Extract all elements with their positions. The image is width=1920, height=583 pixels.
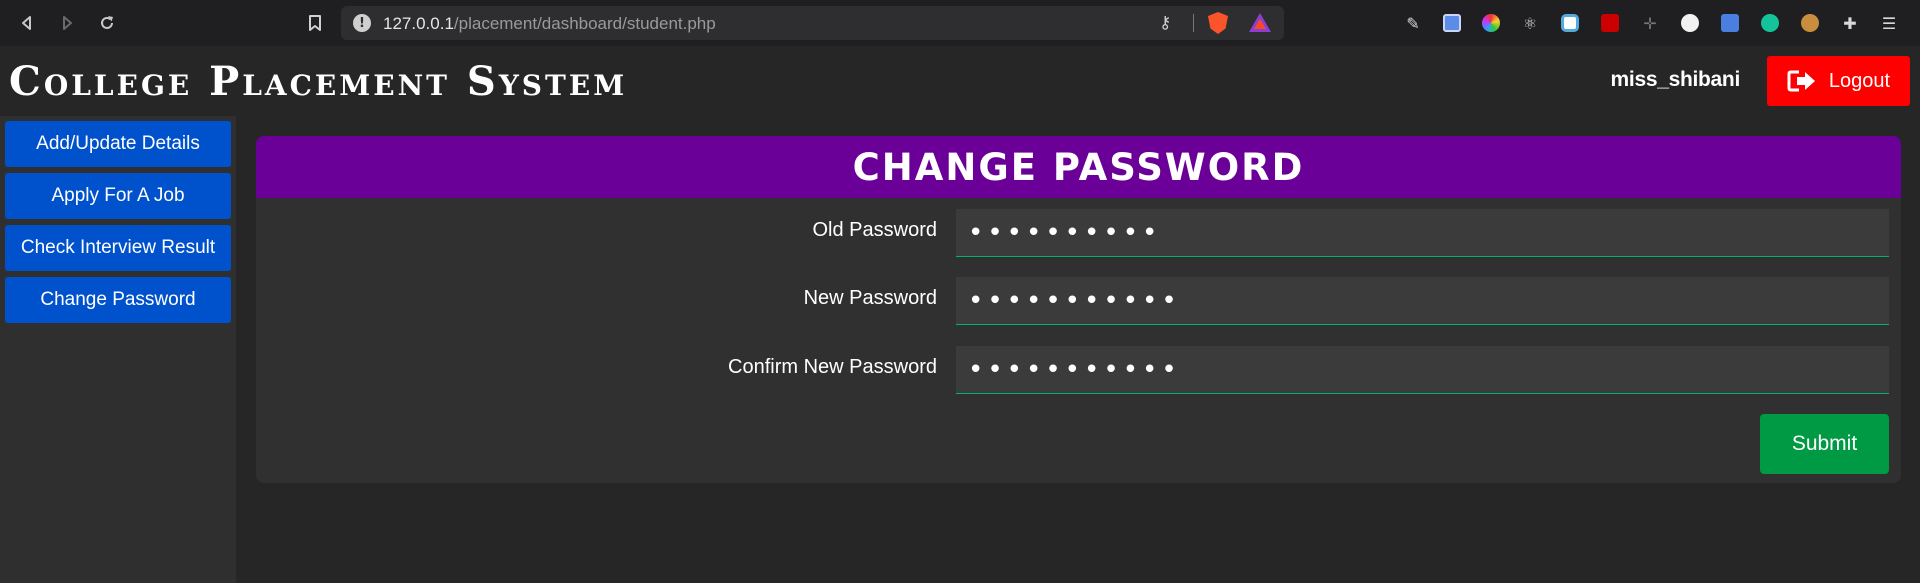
pencil-icon[interactable]: ✎ [1401, 11, 1425, 35]
forward-icon[interactable] [54, 10, 80, 36]
react-atom-icon[interactable]: ⚛ [1518, 11, 1542, 35]
confirm-password-label: Confirm New Password [728, 356, 937, 378]
username: miss_shibani [1610, 68, 1741, 91]
save-icon[interactable] [1440, 11, 1464, 35]
new-password-label: New Password [803, 287, 937, 309]
magic-wand-icon[interactable] [1598, 11, 1622, 35]
card-header: CHANGE PASSWORD [256, 136, 1901, 198]
menu-icon[interactable]: ☰ [1877, 11, 1901, 35]
app-header: College Placement System miss_shibani Lo… [0, 46, 1920, 116]
sign-out-icon [1787, 69, 1817, 93]
confirm-password-input[interactable]: ••••••••••• [956, 346, 1889, 394]
sidebar: Add/Update Details Apply For A Job Check… [0, 116, 236, 583]
key-icon[interactable]: ⚷ [1159, 13, 1171, 33]
url-path: /placement/dashboard/student.php [453, 14, 716, 33]
reload-icon[interactable] [94, 10, 120, 36]
bookmark-icon[interactable] [302, 10, 328, 36]
logout-label: Logout [1828, 69, 1891, 92]
circle-extension-icon[interactable] [1678, 11, 1702, 35]
site-info-icon[interactable]: ! [353, 14, 371, 32]
cookie-icon[interactable] [1798, 11, 1822, 35]
browser-toolbar: ! 127.0.0.1/placement/dashboard/student.… [0, 0, 1920, 46]
sidebar-item-apply-for-job[interactable]: Apply For A Job [5, 173, 231, 219]
logout-button[interactable]: Logout [1767, 56, 1910, 106]
brand-title: College Placement System [9, 58, 628, 105]
back-icon[interactable] [14, 10, 40, 36]
brave-shields-icon[interactable] [1208, 12, 1228, 34]
color-wheel-icon[interactable] [1479, 11, 1503, 35]
submit-button[interactable]: Submit [1760, 414, 1889, 474]
old-password-input[interactable]: •••••••••• [956, 209, 1889, 257]
old-password-row: Old Password •••••••••• [256, 209, 1901, 257]
confirm-password-row: Confirm New Password ••••••••••• [256, 346, 1901, 394]
new-password-input[interactable]: ••••••••••• [956, 277, 1889, 325]
grammarly-icon[interactable] [1758, 11, 1782, 35]
url-host: 127.0.0.1 [383, 14, 454, 33]
sidebar-item-add-update-details[interactable]: Add/Update Details [5, 121, 231, 167]
divider [1193, 14, 1194, 32]
brave-rewards-icon[interactable] [1249, 13, 1271, 32]
page-title: CHANGE PASSWORD [852, 145, 1305, 189]
change-password-card: CHANGE PASSWORD Old Password •••••••••• … [256, 136, 1901, 483]
new-password-row: New Password ••••••••••• [256, 277, 1901, 325]
puzzle-extensions-icon[interactable]: ✚ [1838, 11, 1862, 35]
url-text: 127.0.0.1/placement/dashboard/student.ph… [383, 14, 716, 34]
sidebar-item-change-password[interactable]: Change Password [5, 277, 231, 323]
old-password-label: Old Password [812, 219, 938, 241]
color-picker-icon[interactable] [1558, 11, 1582, 35]
move-icon[interactable]: ✛ [1638, 11, 1662, 35]
translate-icon[interactable] [1718, 11, 1742, 35]
address-bar[interactable]: ! 127.0.0.1/placement/dashboard/student.… [341, 6, 1284, 40]
sidebar-item-check-interview-result[interactable]: Check Interview Result [5, 225, 231, 271]
